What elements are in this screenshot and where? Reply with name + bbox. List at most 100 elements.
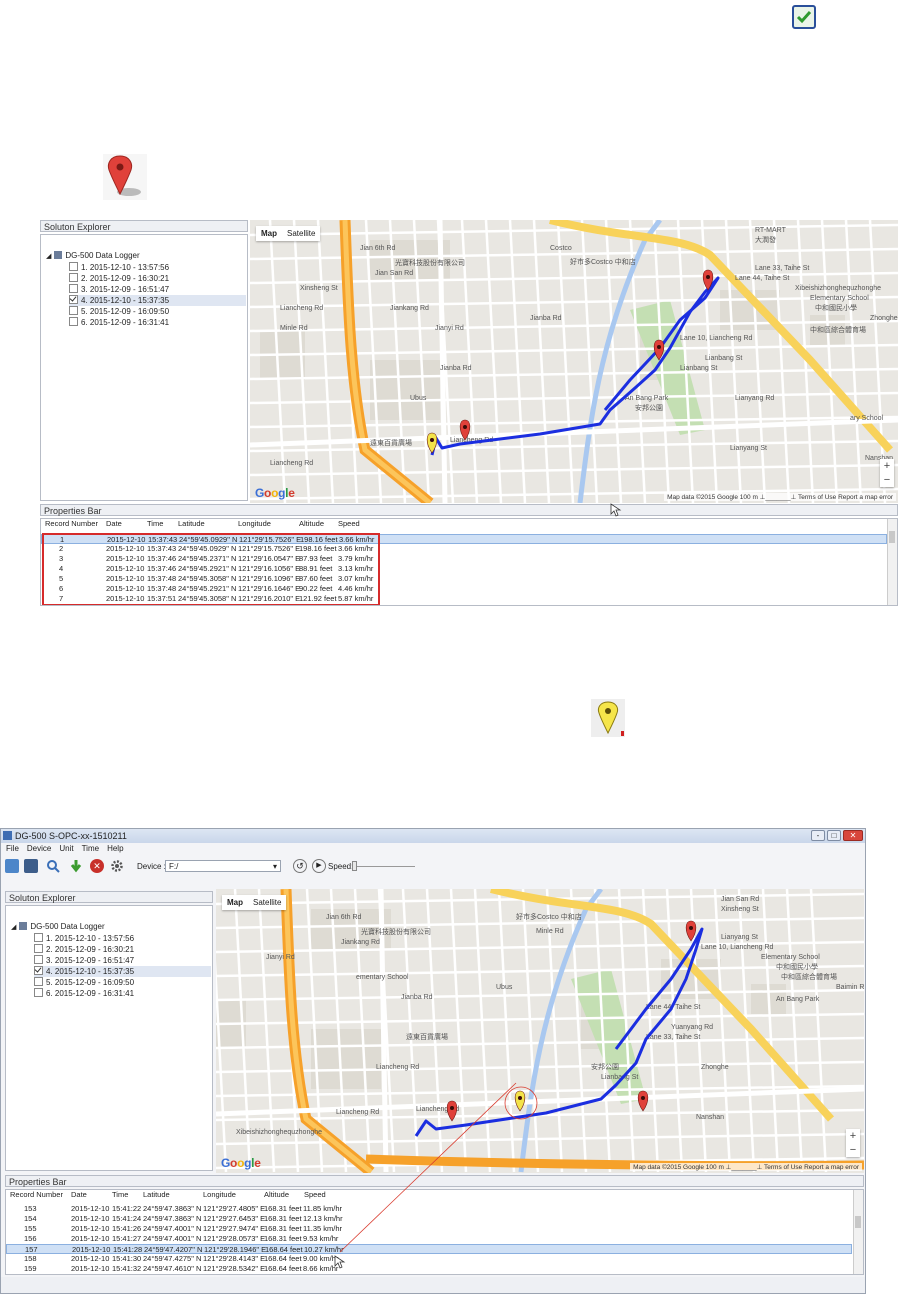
item-checkbox[interactable]: [34, 933, 43, 942]
item-checkbox[interactable]: [34, 988, 43, 997]
tab-satellite[interactable]: Satellite: [282, 226, 320, 241]
tree-item-label: 5. 2015-12-09 - 16:09:50: [81, 307, 170, 316]
close-button[interactable]: ✕: [843, 830, 863, 841]
table-cell: 2015-12-10: [71, 1264, 110, 1273]
solution-explorer-tree-1: ◢ DG-500 Data Logger 1. 2015-12-10 - 13:5…: [40, 234, 248, 501]
menu-help[interactable]: Help: [107, 843, 123, 855]
table-cell: 121°29'27.9474" E: [203, 1224, 266, 1233]
table-row[interactable]: 159 2015-12-10 15:41:32 24°59'47.4610" N 121…: [6, 1264, 852, 1274]
speed-slider-handle[interactable]: [352, 861, 357, 871]
map-label: Lane 44, Taihe St: [735, 275, 789, 282]
status-bar: [1, 1277, 865, 1293]
map-label: Xinsheng St: [721, 906, 759, 913]
device-select[interactable]: F:/: [165, 860, 281, 873]
map-label: 中和國民小學: [815, 303, 857, 312]
tree-item[interactable]: 2. 2015-12-09 - 16:30:21: [69, 273, 169, 284]
red-pin-icon-dot: [657, 345, 661, 349]
tree-root-label: DG-500 Data Logger: [30, 922, 105, 931]
maximize-button[interactable]: □: [827, 830, 841, 841]
zoom-in-button[interactable]: +: [846, 1129, 860, 1143]
speed-slider[interactable]: [353, 866, 415, 867]
table-row[interactable]: 156 2015-12-10 15:41:27 24°59'47.4001" N 121…: [6, 1234, 852, 1244]
save-icon[interactable]: [24, 859, 38, 873]
zoom-out-button[interactable]: −: [846, 1143, 860, 1157]
tree-root[interactable]: ◢ DG-500 Data Logger: [11, 922, 105, 933]
table-cell: 158: [24, 1254, 37, 1263]
item-checkbox[interactable]: [69, 273, 78, 282]
search-icon[interactable]: [46, 859, 60, 873]
map-view-2[interactable]: Jian 6th Rd 光寶科技股份有限公司 好市多Costco 中和店 Minle …: [216, 889, 864, 1173]
tab-map[interactable]: Map: [222, 895, 248, 910]
download-arrow-icon[interactable]: [69, 859, 83, 873]
tab-map[interactable]: Map: [256, 226, 282, 241]
minimize-button[interactable]: -: [811, 830, 825, 841]
item-checkbox[interactable]: [69, 306, 78, 315]
item-checkbox[interactable]: [69, 317, 78, 326]
menu-time[interactable]: Time: [82, 843, 99, 855]
column-header[interactable]: Date: [71, 1190, 87, 1199]
column-header[interactable]: Record Number: [45, 519, 98, 528]
column-header[interactable]: Altitude: [299, 519, 324, 528]
column-header[interactable]: Time: [112, 1190, 128, 1199]
gear-icon[interactable]: [110, 859, 124, 873]
tree-item[interactable]: 3. 2015-12-09 - 16:51:47: [69, 284, 169, 295]
table-row[interactable]: 153 2015-12-10 15:41:22 24°59'47.3863" N 121…: [6, 1204, 852, 1214]
tree-item-selected[interactable]: 4. 2015-12-10 - 15:37:35: [34, 966, 211, 977]
item-checkbox[interactable]: [69, 284, 78, 293]
tree-item[interactable]: 5. 2015-12-09 - 16:09:50: [34, 977, 134, 988]
tab-satellite[interactable]: Satellite: [248, 895, 286, 910]
table-row[interactable]: 155 2015-12-10 15:41:26 24°59'47.4001" N 121…: [6, 1224, 852, 1234]
zoom-in-button[interactable]: +: [880, 459, 894, 473]
zoom-control: + −: [880, 459, 894, 487]
yellow-map-pin-icon: [591, 699, 625, 737]
zoom-out-button[interactable]: −: [880, 473, 894, 487]
vertical-scrollbar[interactable]: [853, 1190, 863, 1274]
window-title: DG-500 S-OPC-xx-1510211: [15, 831, 127, 841]
table-cell: 15:41:32: [112, 1264, 142, 1273]
map-label: RT-MART: [755, 227, 787, 234]
column-header[interactable]: Longitude: [238, 519, 271, 528]
item-checkbox-checked[interactable]: [69, 295, 78, 304]
tree-item[interactable]: 3. 2015-12-09 - 16:51:47: [34, 955, 134, 966]
item-checkbox[interactable]: [34, 944, 43, 953]
item-checkbox-checked[interactable]: [34, 966, 43, 975]
column-header[interactable]: Time: [147, 519, 163, 528]
tree-item[interactable]: 1. 2015-12-10 - 13:57:56: [34, 933, 134, 944]
play-icon[interactable]: ▶: [312, 859, 326, 873]
map-label: Nanshan: [696, 1114, 724, 1121]
open-folder-icon[interactable]: [5, 859, 19, 873]
column-header[interactable]: Altitude: [264, 1190, 289, 1199]
column-header[interactable]: Date: [106, 519, 122, 528]
column-header[interactable]: Latitude: [143, 1190, 170, 1199]
minor-street: [844, 220, 863, 503]
tree-item[interactable]: 6. 2015-12-09 - 16:31:41: [69, 317, 169, 328]
table-row[interactable]: 154 2015-12-10 15:41:24 24°59'47.3863" N 121…: [6, 1214, 852, 1224]
item-checkbox[interactable]: [69, 262, 78, 271]
column-header[interactable]: Record Number: [10, 1190, 63, 1199]
item-checkbox[interactable]: [34, 955, 43, 964]
map-label: 大潤發: [755, 235, 776, 244]
tree-item-selected[interactable]: 4. 2015-12-10 - 15:37:35: [69, 295, 246, 306]
tree-item[interactable]: 2. 2015-12-09 - 16:30:21: [34, 944, 134, 955]
table-row[interactable]: 157 2015-12-10 15:41:28 24°59'47.4207" N 121…: [6, 1244, 852, 1254]
column-header[interactable]: Longitude: [203, 1190, 236, 1199]
tree-item[interactable]: 1. 2015-12-10 - 13:57:56: [69, 262, 169, 273]
minor-street: [484, 220, 503, 503]
map-view-1[interactable]: Jian 6th Rd 光寶科技股份有限公司 Costco 好市多Costco 中和店…: [250, 220, 898, 503]
menu-device[interactable]: Device: [27, 843, 51, 855]
vertical-scrollbar[interactable]: [887, 519, 897, 605]
tree-item[interactable]: 6. 2015-12-09 - 16:31:41: [34, 988, 134, 999]
tree-item[interactable]: 5. 2015-12-09 - 16:09:50: [69, 306, 169, 317]
column-header[interactable]: Latitude: [178, 519, 205, 528]
menu-unit[interactable]: Unit: [59, 843, 73, 855]
column-header[interactable]: Speed: [304, 1190, 326, 1199]
delete-icon[interactable]: ✕: [90, 859, 104, 873]
map-label: Jianba Rd: [530, 315, 562, 322]
rewind-icon[interactable]: ↺: [293, 859, 307, 873]
column-header[interactable]: Speed: [338, 519, 360, 528]
tree-root[interactable]: ◢ DG-500 Data Logger: [46, 251, 140, 262]
menu-file[interactable]: File: [6, 843, 19, 855]
table-cell: 168.31 feet: [264, 1214, 302, 1223]
table-row[interactable]: 158 2015-12-10 15:41:30 24°59'47.4275" N 121…: [6, 1254, 852, 1264]
item-checkbox[interactable]: [34, 977, 43, 986]
